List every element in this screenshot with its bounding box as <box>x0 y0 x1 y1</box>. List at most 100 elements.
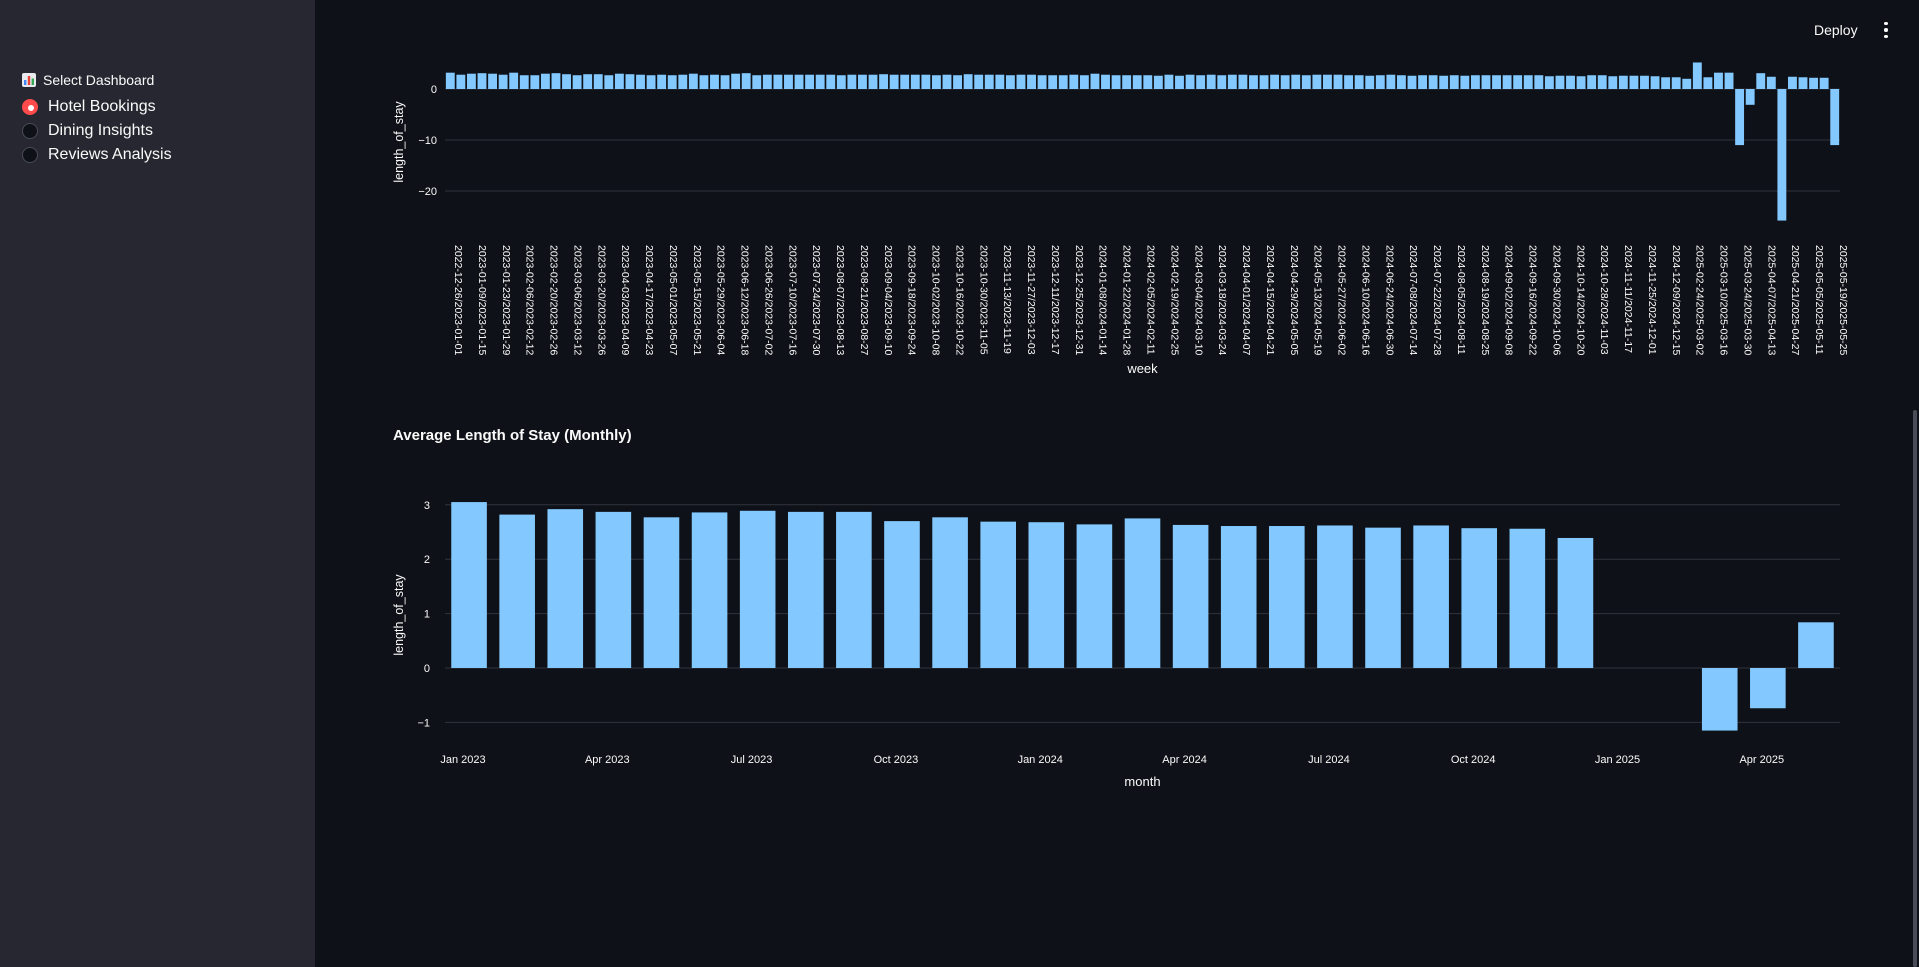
week-bar <box>1016 74 1026 89</box>
x-tick-label: 2022-12-26/2023-01-01 <box>452 245 464 355</box>
x-tick-label: 2025-05-19/2025-05-25 <box>1837 245 1849 355</box>
x-tick-label: 2023-01-09/2023-01-15 <box>476 245 488 355</box>
month-bar <box>739 510 776 668</box>
month-bar <box>451 502 487 668</box>
week-bar <box>1153 75 1163 89</box>
x-tick-label: 2024-01-08/2024-01-14 <box>1097 245 1109 355</box>
week-bar <box>1492 75 1501 89</box>
week-bar <box>688 73 698 89</box>
x-tick-label: 2024-04-15/2024-04-21 <box>1264 245 1276 355</box>
week-bar <box>1587 75 1597 89</box>
radio-unselected-icon[interactable] <box>22 147 38 163</box>
week-bar <box>1534 75 1544 89</box>
x-tick-label: Oct 2024 <box>1451 754 1496 766</box>
radio-option-label: Reviews Analysis <box>48 146 172 163</box>
week-bar <box>1629 75 1639 89</box>
week-bar <box>1386 74 1396 89</box>
x-tick-label: 2023-01-23/2023-01-29 <box>500 245 512 355</box>
week-bar <box>794 74 804 89</box>
month-bar <box>1798 622 1834 668</box>
week-bar <box>488 73 497 89</box>
week-bar <box>1238 74 1248 89</box>
week-bar <box>445 72 455 89</box>
week-bar <box>540 73 550 89</box>
week-bar <box>1164 74 1174 89</box>
month-bar <box>1220 526 1257 668</box>
bar-chart-icon <box>22 73 36 87</box>
week-bar <box>1206 74 1216 89</box>
x-tick-label: 2024-04-29/2024-05-05 <box>1288 245 1300 355</box>
month-bar <box>595 511 632 668</box>
x-tick-label: 2024-09-02/2024-09-08 <box>1503 245 1515 355</box>
week-bar <box>1692 62 1702 89</box>
x-tick-label: 2024-02-05/2024-02-11 <box>1145 245 1157 355</box>
x-tick-label: 2023-11-13/2023-11-19 <box>1001 245 1013 354</box>
radio-option-reviews-analysis[interactable]: Reviews Analysis <box>22 143 172 167</box>
x-tick-label: 2025-04-21/2025-04-27 <box>1789 245 1801 355</box>
week-bar <box>1544 76 1554 89</box>
week-bar <box>1312 74 1322 89</box>
x-tick-label: 2024-06-24/2024-06-30 <box>1383 245 1395 355</box>
week-bar <box>773 74 783 89</box>
week-bar <box>1344 75 1354 89</box>
radio-option-hotel-bookings[interactable]: Hotel Bookings <box>22 95 172 119</box>
radio-selected-icon[interactable] <box>22 99 38 115</box>
week-bar <box>1270 74 1280 89</box>
week-bar <box>1745 89 1755 105</box>
deploy-button[interactable]: Deploy <box>1808 17 1864 43</box>
x-tick-label: 2024-11-11/2024-11-17 <box>1622 245 1634 353</box>
week-bar <box>1439 75 1449 89</box>
week-bar <box>963 74 973 89</box>
week-bar <box>1418 75 1427 89</box>
main-scrollbar[interactable] <box>1913 410 1917 967</box>
month-bar <box>932 517 968 668</box>
sidebar: Select Dashboard Hotel Bookings Dining I… <box>0 0 315 967</box>
x-tick-label: 2024-06-10/2024-06-16 <box>1359 245 1371 355</box>
week-bar <box>868 74 878 89</box>
x-tick-label: 2023-03-06/2023-03-12 <box>571 245 583 355</box>
week-bar <box>551 73 561 89</box>
x-tick-label: 2024-12-09/2024-12-15 <box>1670 245 1682 355</box>
week-bar <box>657 74 667 89</box>
x-tick-label: 2024-10-28/2024-11-03 <box>1598 245 1610 355</box>
week-bar <box>1132 75 1142 89</box>
vertical-dots-icon[interactable] <box>1876 17 1896 43</box>
x-tick-label: 2023-02-20/2023-02-26 <box>548 245 560 355</box>
week-bar <box>1291 74 1301 89</box>
week-bar <box>530 75 540 89</box>
y-axis-label: length_of_stay <box>392 574 406 656</box>
week-bar <box>1608 76 1618 89</box>
radio-option-label: Dining Insights <box>48 122 153 139</box>
week-bar <box>1724 72 1734 89</box>
week-bar <box>1101 74 1110 89</box>
week-bar <box>1830 89 1840 146</box>
x-tick-label: 2023-12-25/2023-12-31 <box>1073 245 1085 355</box>
week-bar <box>1650 76 1660 89</box>
radio-option-label: Hotel Bookings <box>48 98 156 115</box>
x-tick-label: 2023-06-26/2023-07-02 <box>762 245 774 355</box>
week-bar <box>1756 73 1766 89</box>
x-tick-label: 2025-05-05/2025-05-11 <box>1813 245 1825 355</box>
x-tick-label: 2023-12-11/2023-12-17 <box>1049 245 1061 355</box>
week-bar <box>1069 74 1079 89</box>
week-bar <box>572 75 582 89</box>
week-bar <box>931 75 941 89</box>
x-tick-label: 2023-06-12/2023-06-18 <box>739 245 751 355</box>
week-bar <box>942 74 952 89</box>
radio-option-dining-insights[interactable]: Dining Insights <box>22 119 172 143</box>
week-bar <box>953 75 962 89</box>
x-tick-label: Jan 2025 <box>1595 754 1640 766</box>
week-bar <box>1481 75 1491 89</box>
week-bar <box>1555 75 1565 89</box>
radio-unselected-icon[interactable] <box>22 123 38 139</box>
month-bar <box>1413 525 1449 668</box>
week-bar <box>498 74 508 89</box>
x-tick-label: 2024-07-08/2024-07-14 <box>1407 245 1419 355</box>
week-bar <box>614 73 624 89</box>
x-tick-label: Apr 2024 <box>1162 754 1207 766</box>
x-tick-label: 2023-03-20/2023-03-26 <box>595 245 607 355</box>
week-bar <box>1576 76 1586 89</box>
x-tick-label: 2023-11-27/2023-12-03 <box>1025 245 1037 355</box>
x-tick-label: 2023-04-03/2023-04-09 <box>619 245 631 355</box>
week-bar <box>1618 75 1628 89</box>
